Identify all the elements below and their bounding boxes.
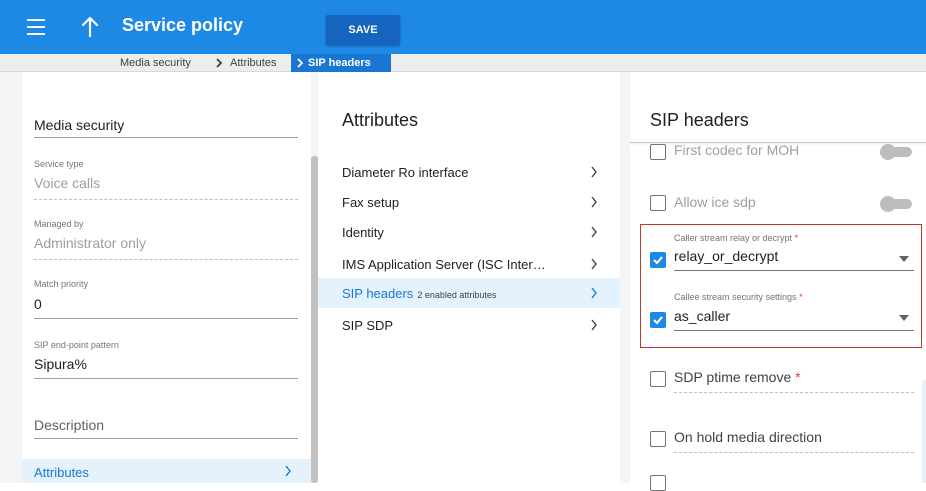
scroll-edge [922,380,926,483]
first-codec-toggle[interactable] [880,144,912,160]
attributes-title: Attributes [342,110,419,130]
on-hold-checkbox[interactable] [650,431,666,447]
attribute-item-sip-headers[interactable]: SIP headers 2 enabled attributes [318,278,620,308]
allow-ice-label: Allow ice sdp [674,194,756,210]
ptime-remove-label-text: SDP ptime remove [674,369,792,385]
service-type-value: Voice calls [34,175,101,191]
on-hold-label: On hold media direction [674,429,822,445]
name-field[interactable]: Media security [34,117,124,133]
chevron-right-icon [216,58,223,68]
ptime-remove-checkbox[interactable] [650,371,666,387]
sip-pattern-underline [34,378,298,379]
chevron-right-icon [591,319,597,331]
attributes-panel: Attributes Diameter Ro interface Fax set… [318,72,620,483]
description-underline [34,438,298,439]
attribute-item-sip-sdp[interactable]: SIP SDP [318,310,620,340]
attribute-item-label: SIP SDP [342,318,394,333]
chevron-right-icon [591,258,597,270]
enabled-count: 2 enabled attributes [417,290,497,300]
service-type-underline [34,199,298,200]
page-title: Service policy [122,15,244,35]
breadcrumb-item-media-security[interactable]: Media security [120,54,191,72]
managed-by-value: Administrator only [34,235,147,251]
first-codec-label: First codec for MOH [674,142,800,158]
required-mark: * [795,369,801,385]
match-priority-label: Match priority [34,279,89,289]
match-priority-field[interactable]: 0 [34,296,42,312]
save-button[interactable]: SAVE [326,15,400,45]
next-option-checkbox[interactable] [650,475,666,491]
ptime-remove-label: SDP ptime remove * [674,369,801,385]
attribute-item-label: Identity [342,225,384,240]
attribute-item-diameter-ro[interactable]: Diameter Ro interface [318,157,620,187]
managed-by-label: Managed by [34,219,84,229]
chevron-right-icon [297,58,304,68]
attribute-item-label: Diameter Ro interface [342,165,469,180]
highlight-box [640,224,922,348]
first-codec-checkbox[interactable] [650,144,666,160]
toggle-knob [880,144,896,160]
service-type-label: Service type [34,159,84,169]
attribute-item-label: IMS Application Server (ISC Inter… [342,257,546,272]
attribute-item-label: SIP headers 2 enabled attributes [342,286,496,301]
breadcrumb-current: SIP headers [291,54,391,72]
scrollbar[interactable] [311,156,318,483]
chevron-right-icon [591,196,597,208]
toggle-knob [880,196,896,212]
chevron-right-icon [285,465,291,477]
allow-ice-toggle[interactable] [880,196,912,212]
breadcrumb-current-label: SIP headers [308,57,371,69]
sip-pattern-label: SIP end-point pattern [34,340,119,350]
sip-pattern-field[interactable]: Sipura% [34,356,87,372]
chevron-right-icon [591,226,597,238]
ptime-remove-underline [674,392,914,393]
breadcrumb-item-attributes[interactable]: Attributes [230,54,276,72]
attribute-item-label: Fax setup [342,195,400,210]
managed-by-underline [34,259,298,260]
description-field[interactable]: Description [34,417,104,433]
attribute-item-identity[interactable]: Identity [318,217,620,247]
sip-headers-title: SIP headers [650,110,749,130]
chevron-right-icon [591,287,597,299]
hamburger-icon[interactable] [27,19,45,35]
breadcrumb: Media security Attributes SIP headers [0,54,926,72]
attributes-row[interactable]: Attributes [22,459,311,483]
name-field-underline [34,137,298,138]
arrow-up-icon[interactable] [80,15,100,39]
attribute-item-fax-setup[interactable]: Fax setup [318,187,620,217]
allow-ice-checkbox[interactable] [650,195,666,211]
app-toolbar: Service policy SAVE [0,0,926,54]
on-hold-underline [674,452,914,453]
chevron-right-icon [591,166,597,178]
match-priority-underline [34,318,298,319]
attribute-item-title: SIP headers [342,286,414,301]
attributes-row-label: Attributes [34,465,89,480]
attribute-item-ims-as[interactable]: IMS Application Server (ISC Inter… [318,249,620,279]
